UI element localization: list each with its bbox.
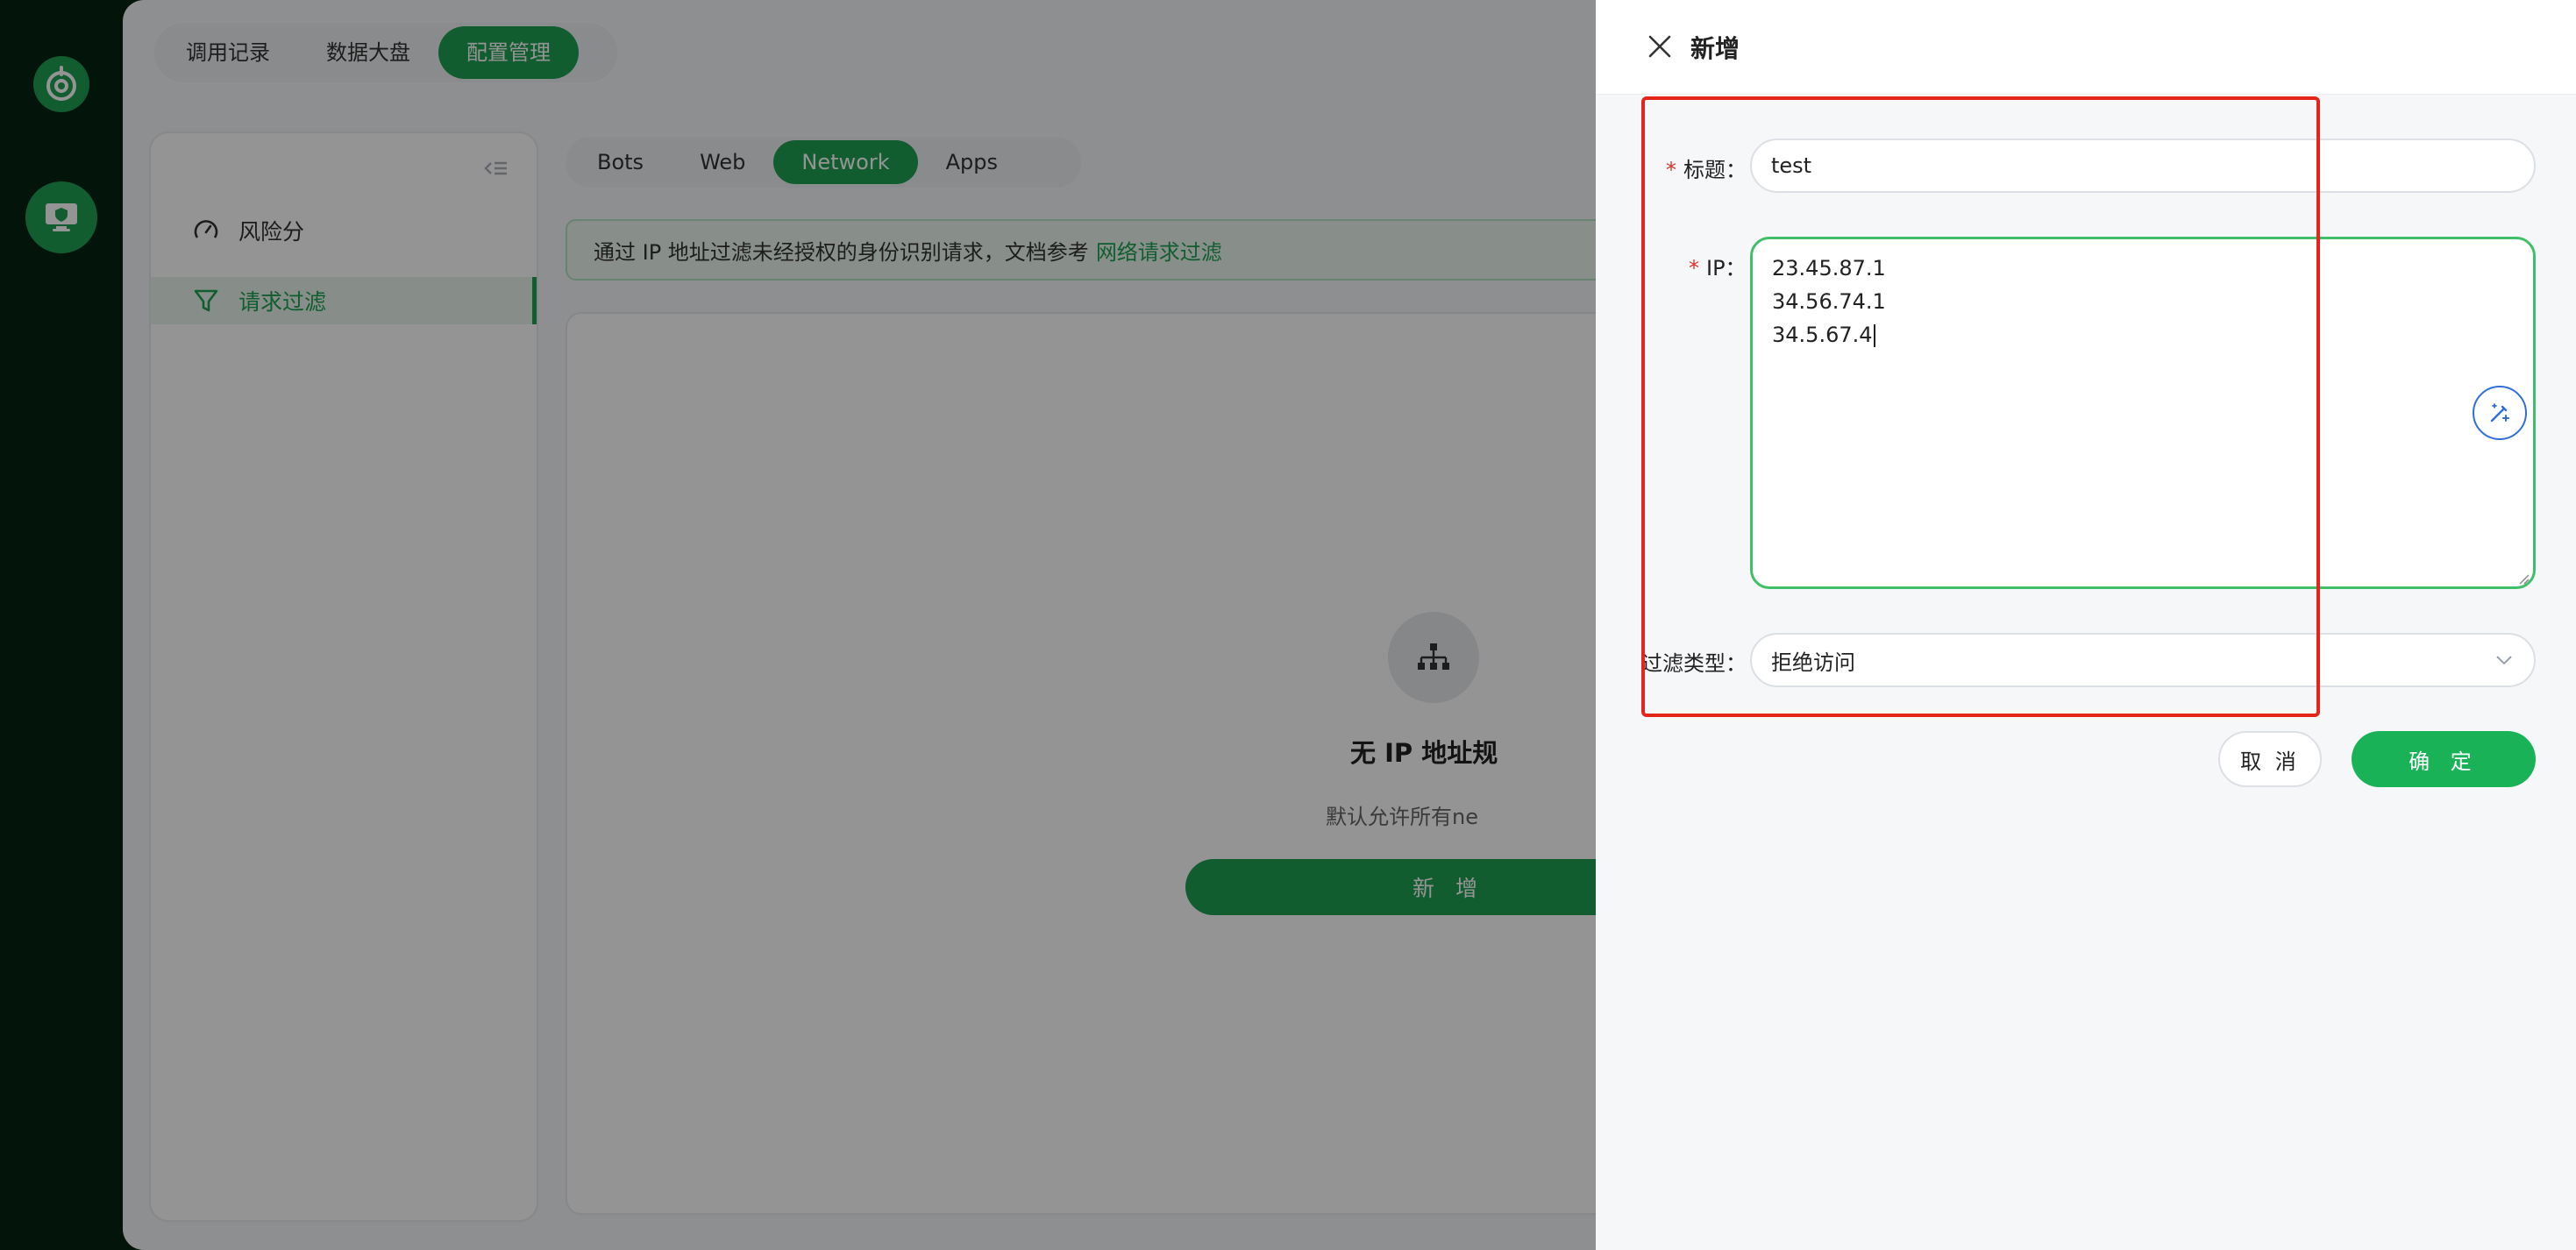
ai-fill-button[interactable] bbox=[2473, 386, 2527, 440]
required-asterisk: * bbox=[1689, 256, 1699, 281]
text-caret bbox=[1873, 324, 1875, 347]
ip-line: 34.56.74.1 bbox=[1772, 289, 1886, 314]
drawer-title: 新增 bbox=[1690, 34, 1740, 63]
required-asterisk: * bbox=[1666, 158, 1676, 182]
ip-textarea[interactable]: 23.45.87.1 34.56.74.1 34.5.67.4 bbox=[1750, 237, 2536, 589]
ip-field-label: * IP： bbox=[1689, 256, 1747, 281]
ip-line: 23.45.87.1 bbox=[1772, 256, 1886, 281]
title-field-label: * 标题： bbox=[1666, 158, 1747, 182]
title-input[interactable]: test bbox=[1750, 138, 2536, 193]
add-drawer: 新增 * 标题： test * IP： 23.45.87.1 34.56.74.1 … bbox=[1596, 0, 2576, 1250]
filter-type-label: 过滤类型： bbox=[1641, 651, 1747, 676]
magic-wand-icon bbox=[2490, 403, 2509, 423]
ip-line: 34.5.67.4 bbox=[1772, 318, 2514, 352]
filter-type-select[interactable]: 拒绝访问 bbox=[1750, 633, 2536, 687]
confirm-button[interactable]: 确 定 bbox=[2352, 731, 2536, 787]
title-input-value: test bbox=[1771, 153, 1812, 178]
cancel-button[interactable]: 取 消 bbox=[2218, 731, 2322, 787]
filter-type-value: 拒绝访问 bbox=[1771, 650, 1855, 675]
close-icon[interactable] bbox=[1645, 32, 1675, 61]
drawer-header: 新增 bbox=[1596, 0, 2576, 95]
chevron-down-icon bbox=[2496, 656, 2512, 665]
resize-grip-icon[interactable] bbox=[2516, 572, 2530, 586]
